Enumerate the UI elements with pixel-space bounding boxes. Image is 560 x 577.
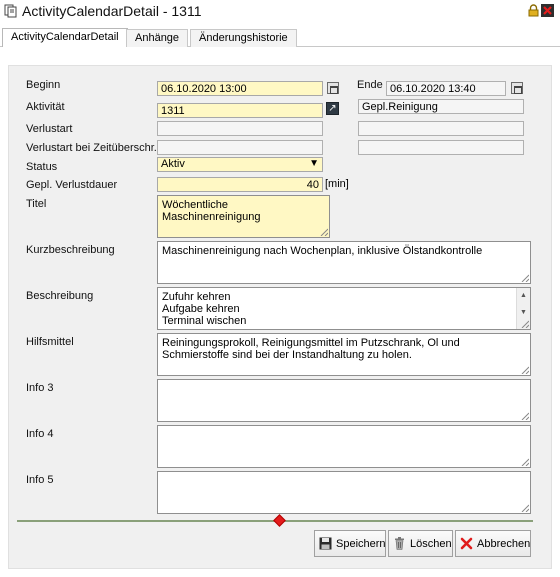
status-select[interactable]: Aktiv ▼ [157,157,323,172]
resize-grip-icon[interactable] [521,412,529,420]
info5-textarea[interactable] [157,471,531,514]
tab-anhaenge[interactable]: Anhänge [126,29,189,47]
tab-activitycalendardetail[interactable]: ActivityCalendarDetail [2,28,128,47]
trash-icon [393,537,406,550]
resize-grip-icon[interactable] [521,504,529,512]
info5-label: Info 5 [26,474,54,486]
resize-grip-icon[interactable] [521,458,529,466]
short-desc-label: Kurzbeschreibung [26,244,115,256]
loss-type-field[interactable] [157,121,323,136]
delete-button[interactable]: Löschen [388,530,453,557]
desc-line: Aufgabe kehren [162,303,240,315]
aids-label: Hilfsmittel [26,336,74,348]
planned-loss-field[interactable]: 40 [157,177,323,192]
resize-grip-icon[interactable] [521,274,529,282]
desc-textarea[interactable]: Zufuhr kehren Aufgabe kehren Terminal wi… [157,287,531,330]
tab-aenderungshistorie[interactable]: Änderungshistorie [190,29,297,47]
activity-field[interactable]: 1311 [157,103,323,118]
end-calendar-icon[interactable] [511,82,523,94]
info3-label: Info 3 [26,382,54,394]
loss-type-label: Verlustart [26,123,73,135]
info4-label: Info 4 [26,428,54,440]
cancel-button[interactable]: Abbrechen [455,530,531,557]
short-desc-textarea[interactable]: Maschinenreinigung nach Wochenplan, inkl… [157,241,531,284]
desc-line: Terminal wischen [162,315,247,327]
end-field[interactable]: 06.10.2020 13:40 [386,81,506,96]
info3-textarea[interactable] [157,379,531,422]
cancel-button-label: Abbrechen [477,537,531,550]
loss-type-exceed-field[interactable] [157,140,323,155]
aids-text: Reiningungsprokoll, Reinigungsmittel im … [162,337,460,361]
save-button-label: Speichern [336,537,386,550]
resize-grip-icon[interactable] [320,228,328,236]
delete-button-label: Löschen [410,537,452,550]
status-label: Status [26,161,58,173]
window-app-icon [4,4,18,21]
title-textarea[interactable]: Wöchentliche Maschinenreinigung [157,195,330,238]
title-text: Wöchentliche Maschinenreinigung [162,199,261,223]
window-title: ActivityCalendarDetail - 1311 [22,3,202,19]
floppy-disk-icon [319,537,332,550]
title-label: Titel [26,198,47,210]
desc-label: Beschreibung [26,290,94,302]
aids-textarea[interactable]: Reiningungsprokoll, Reinigungsmittel im … [157,333,531,376]
desc-line: Zufuhr kehren [162,291,231,303]
begin-calendar-icon[interactable] [327,82,339,94]
red-x-icon [460,537,473,550]
resize-grip-icon[interactable] [521,366,529,374]
short-desc-text: Maschinenreinigung nach Wochenplan, inkl… [162,245,483,257]
planned-loss-label: Gepl. Verlustdauer [26,179,118,191]
info4-textarea[interactable] [157,425,531,468]
save-button[interactable]: Speichern [314,530,386,557]
resize-grip-icon[interactable] [521,320,529,328]
scroll-down-icon[interactable]: ▼ [520,307,527,319]
scroll-up-icon[interactable]: ▲ [520,290,527,302]
loss-type-exceed-label: Verlustart bei Zeitüberschr. [26,142,157,154]
activity-label: Aktivität [26,101,65,113]
open-activity-icon[interactable]: ↗ [326,102,339,115]
tab-bar: ActivityCalendarDetail Anhänge Änderungs… [0,27,560,47]
close-icon[interactable] [540,3,555,21]
begin-label: Beginn [26,79,61,91]
end-label: Ende [357,79,383,91]
planned-loss-unit: [min] [325,178,349,190]
activity-name-field: Gepl.Reinigung [358,99,524,114]
lock-icon[interactable] [528,4,539,20]
loss-type-exceed-name-field [358,140,524,155]
status-select-value: Aktiv [161,158,185,170]
chevron-down-icon: ▼ [309,158,319,169]
loss-type-name-field [358,121,524,136]
window-titlebar: ActivityCalendarDetail - 1311 [0,0,560,24]
begin-field[interactable]: 06.10.2020 13:00 [157,81,323,96]
